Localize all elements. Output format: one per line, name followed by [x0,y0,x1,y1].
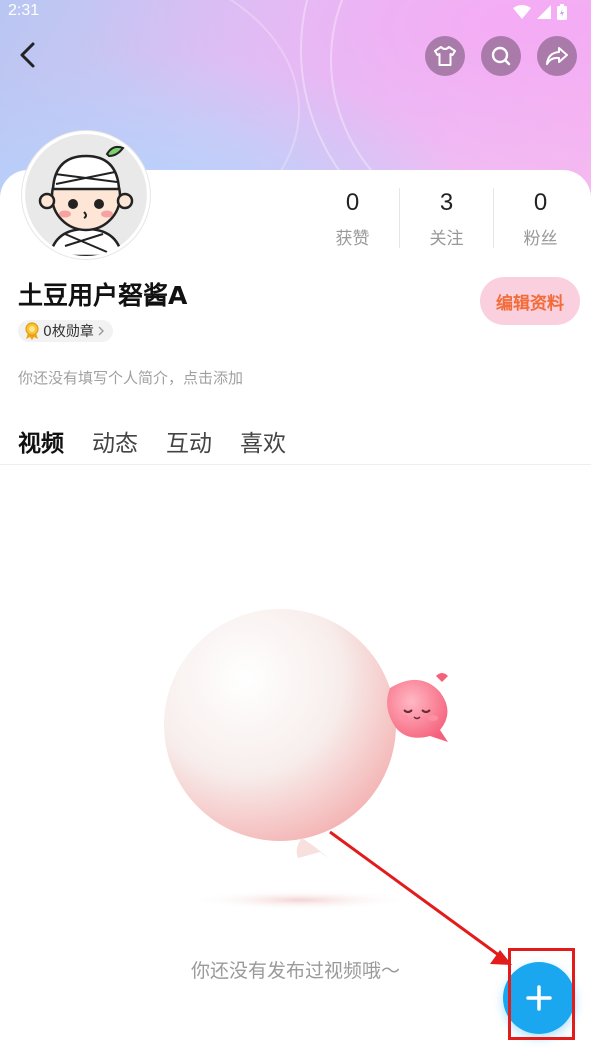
tabs-divider [0,464,591,465]
stat-following-label: 关注 [429,229,464,249]
tab-likes[interactable]: 喜欢 [240,424,286,458]
medal-badge-label: 0枚勋章 [43,324,94,340]
status-time: 2:31 [8,2,40,19]
tab-posts[interactable]: 动态 [92,424,138,458]
status-bar: 2:31 [0,0,591,26]
edit-profile-button[interactable]: 编辑资料 [480,277,580,325]
stat-likes[interactable]: 0 获赞 [306,188,399,249]
chevron-right-icon [98,326,104,336]
stat-followers-value: 0 [533,189,548,216]
avatar[interactable] [22,131,150,259]
profile-stats: 0 获赞 3 关注 0 粉丝 [306,188,587,249]
medal-icon [25,322,39,340]
tab-interactions[interactable]: 互动 [166,424,212,458]
empty-state-message: 你还没有发布过视频哦～ [190,960,400,982]
content-tabs: 视频 动态 互动 喜欢 [18,424,286,458]
battery-icon [557,4,567,20]
share-button[interactable] [537,36,577,76]
search-icon [491,46,511,66]
search-button[interactable] [481,36,521,76]
stat-following-value: 3 [439,189,454,216]
annotation-highlight-box [508,948,575,1040]
avatar-cartoon-image [25,134,147,256]
signal-icon [537,5,551,19]
medal-badge[interactable]: 0枚勋章 [18,320,113,342]
tshirt-icon [434,46,456,66]
bio-placeholder[interactable]: 你还没有填写个人简介，点击添加 [18,367,243,388]
wifi-icon [513,5,531,19]
stat-likes-value: 0 [345,189,360,216]
tab-videos[interactable]: 视频 [18,424,64,458]
stat-followers-label: 粉丝 [523,229,558,249]
stat-followers[interactable]: 0 粉丝 [494,188,587,249]
stat-following[interactable]: 3 关注 [400,188,493,249]
share-icon [546,47,568,65]
back-arrow-icon [20,42,35,68]
stat-likes-label: 获赞 [335,229,370,249]
username: 土豆用户砮酱A [18,281,188,310]
wardrobe-button[interactable] [425,36,465,76]
empty-state-balloon-illustration [164,609,448,910]
back-button[interactable] [12,38,46,72]
